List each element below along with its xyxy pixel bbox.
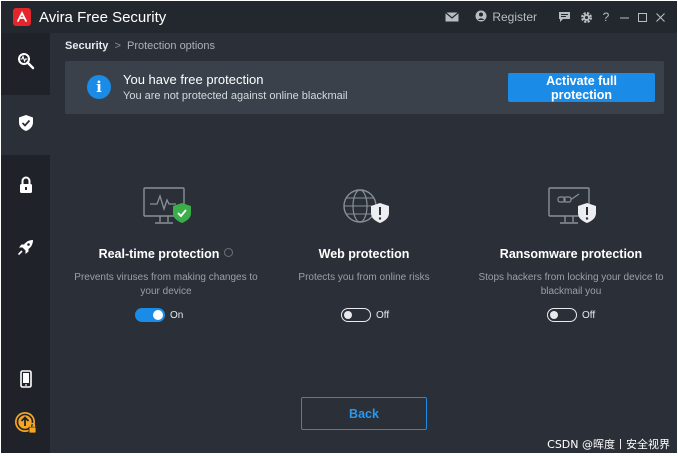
app-product-name: Free Security xyxy=(77,8,167,26)
sidebar xyxy=(1,33,50,453)
toggle-state-label: On xyxy=(170,309,184,321)
toggle-switch[interactable] xyxy=(547,308,577,322)
user-icon xyxy=(475,10,487,25)
globe-warning-icon xyxy=(334,185,394,229)
real-time-protection-toggle[interactable]: On xyxy=(135,308,183,322)
app-brand: Avira xyxy=(39,8,73,26)
info-icon: i xyxy=(87,75,111,99)
feature-description: Protects you from online risks xyxy=(298,272,430,283)
watermark: CSDN @晖度丨安全视界 xyxy=(547,438,670,451)
free-protection-banner: i You have free protection You are not p… xyxy=(65,61,664,114)
feature-description: Stops hackers from locking your device t… xyxy=(478,272,664,297)
feedback-icon[interactable] xyxy=(553,6,575,28)
minimize-icon[interactable] xyxy=(615,6,633,28)
main-content: Security > Protection options i You have… xyxy=(50,33,677,453)
feature-description: Prevents viruses from making changes to … xyxy=(74,272,258,297)
gear-icon[interactable] xyxy=(575,6,597,28)
breadcrumb-current: Protection options xyxy=(126,40,216,52)
toggle-switch[interactable] xyxy=(341,308,371,322)
breadcrumb: Security > Protection options xyxy=(65,40,215,52)
toggle-switch[interactable] xyxy=(135,308,165,322)
breadcrumb-security[interactable]: Security xyxy=(65,40,108,52)
mobile-icon xyxy=(19,369,32,393)
help-button[interactable]: ? xyxy=(597,6,615,28)
banner-title: You have free protection xyxy=(123,72,264,87)
rocket-icon xyxy=(17,238,35,261)
web-protection-toggle[interactable]: Off xyxy=(341,308,389,322)
avira-logo-icon xyxy=(13,8,31,26)
close-icon[interactable] xyxy=(651,6,669,28)
sidebar-item-upgrade[interactable] xyxy=(1,395,50,455)
info-circle-icon[interactable] xyxy=(224,248,234,257)
banner-subtitle: You are not protected against online bla… xyxy=(123,90,348,102)
monitor-check-icon xyxy=(136,185,196,229)
toggle-state-label: Off xyxy=(582,309,596,321)
feature-title: Ransomware protection xyxy=(499,247,643,261)
app-title: Avira Free Security xyxy=(39,9,166,26)
sidebar-item-scan[interactable] xyxy=(1,33,50,93)
title-bar: Avira Free Security Register ? xyxy=(1,1,677,33)
app-window: Avira Free Security Register ? Security … xyxy=(1,1,677,453)
register-link[interactable]: Register xyxy=(475,10,537,25)
monitor-lock-warning-icon xyxy=(541,185,601,229)
sidebar-item-privacy[interactable] xyxy=(1,157,50,217)
mail-icon[interactable] xyxy=(441,6,463,28)
title-bar-controls: Register ? xyxy=(441,1,669,33)
scan-icon xyxy=(17,52,35,75)
sidebar-item-security[interactable] xyxy=(1,95,50,155)
feature-title: Web protection xyxy=(318,247,410,261)
maximize-icon[interactable] xyxy=(633,6,651,28)
shield-icon xyxy=(18,114,34,137)
sidebar-item-performance[interactable] xyxy=(1,219,50,279)
feature-title: Real-time protection xyxy=(66,247,266,261)
feature-title-text: Real-time protection xyxy=(98,247,220,261)
lock-icon xyxy=(19,176,33,199)
breadcrumb-separator: > xyxy=(114,40,121,52)
back-button[interactable]: Back xyxy=(301,397,427,430)
upgrade-icon xyxy=(14,411,38,440)
toggle-state-label: Off xyxy=(376,309,390,321)
ransomware-protection-toggle[interactable]: Off xyxy=(547,308,595,322)
register-label: Register xyxy=(492,10,537,24)
activate-full-protection-button[interactable]: Activate full protection xyxy=(508,73,655,102)
